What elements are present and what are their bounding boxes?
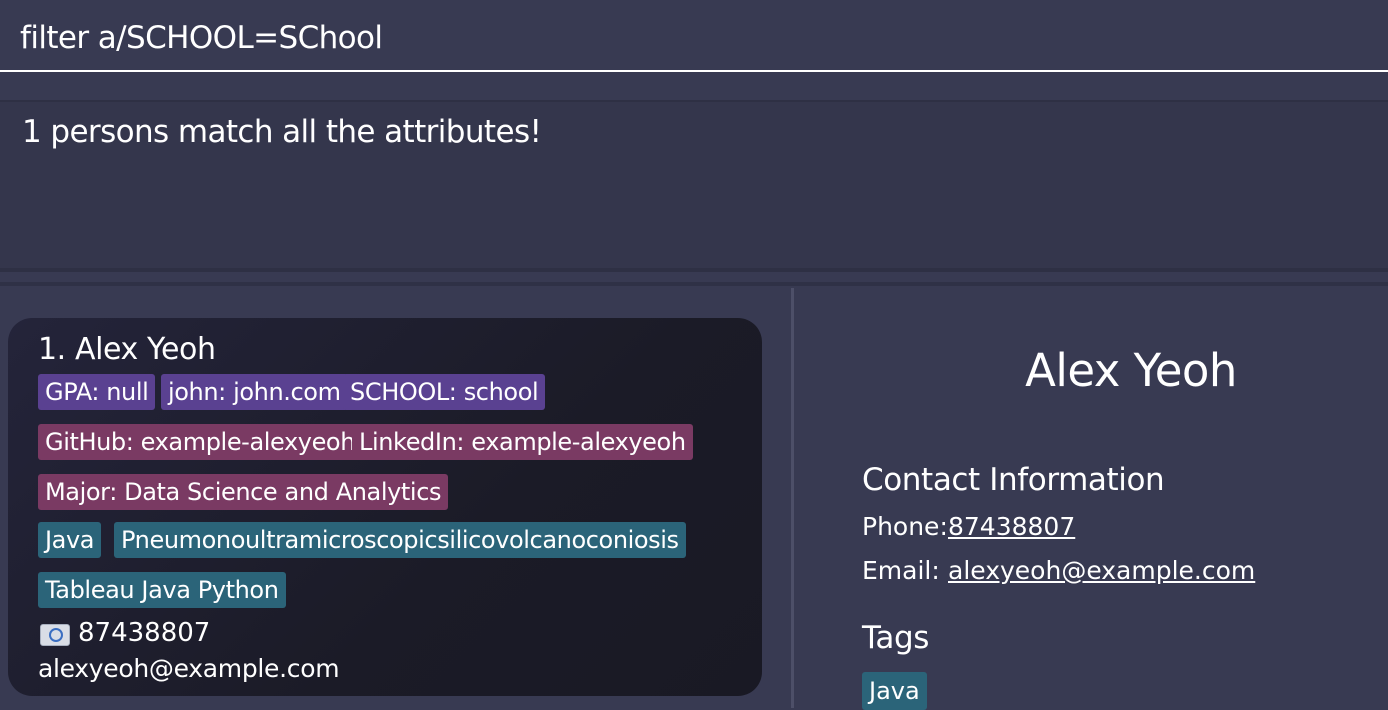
link-tag: LinkedIn: example-alexyeoh — [352, 424, 693, 460]
result-message: 1 persons match all the attributes! — [22, 114, 542, 150]
person-card[interactable]: 1. Alex Yeoh GPA: null john: john.com SC… — [8, 318, 762, 696]
result-display: 1 persons match all the attributes! — [0, 100, 1388, 272]
person-card-name: 1. Alex Yeoh — [38, 332, 216, 367]
tags-heading: Tags — [862, 620, 930, 656]
person-detail-panel: Alex Yeoh Contact Information Phone: 874… — [794, 288, 1388, 710]
detail-email-link[interactable]: alexyeoh@example.com — [948, 556, 1255, 585]
phone-label: Phone: — [862, 512, 948, 541]
person-card-email: alexyeoh@example.com — [38, 654, 340, 683]
email-label: Email: — [862, 556, 940, 585]
panel-separator — [0, 282, 1388, 286]
person-card-phone: 87438807 — [78, 618, 211, 648]
contact-information-heading: Contact Information — [862, 462, 1165, 498]
skill-tag: Java — [38, 522, 102, 558]
detail-phone-link[interactable]: 87438807 — [948, 512, 1075, 541]
link-tag: Major: Data Science and Analytics — [38, 474, 449, 510]
detail-tag: Java — [862, 672, 927, 710]
detail-name: Alex Yeoh — [1025, 344, 1237, 397]
skill-tag: Tableau Java Python — [38, 572, 286, 608]
attribute-tag: john: john.com — [161, 374, 348, 410]
phone-icon — [40, 624, 70, 646]
attribute-tag: GPA: null — [38, 374, 156, 410]
command-input[interactable] — [20, 16, 1360, 60]
command-box — [0, 0, 1388, 72]
skill-tag: Pneumonoultramicroscopicsilicovolcanocon… — [114, 522, 686, 558]
attribute-tag: SCHOOL: school — [343, 374, 546, 410]
link-tag: GitHub: example-alexyeoh — [38, 424, 363, 460]
